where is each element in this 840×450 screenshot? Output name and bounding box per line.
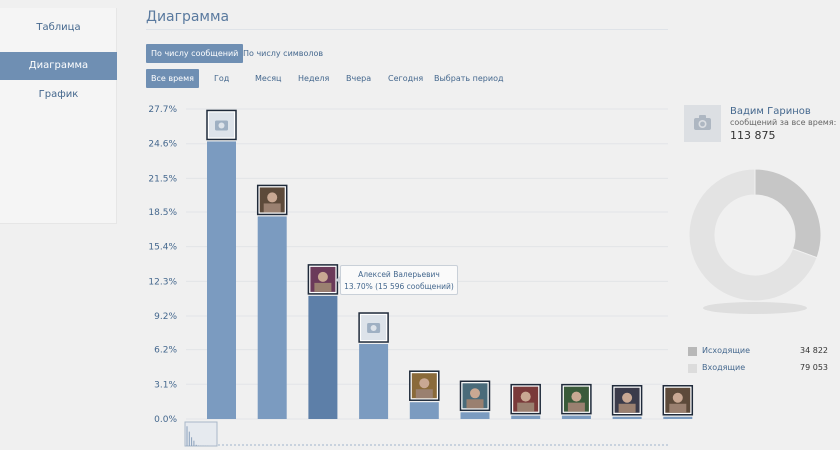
camera-lens (370, 325, 377, 332)
avatar-face (470, 388, 480, 399)
y-tick-label: 0.0% (154, 415, 177, 425)
avatar-body (567, 402, 585, 412)
user-avatar (684, 105, 721, 142)
avatar-body (618, 403, 636, 413)
avatar-face (419, 378, 430, 389)
avatar-body (669, 403, 687, 413)
bar[interactable] (561, 415, 591, 419)
bar-avatar[interactable] (307, 264, 339, 295)
bar[interactable] (257, 216, 287, 419)
bar-avatar[interactable] (459, 380, 491, 412)
bar[interactable] (308, 295, 338, 419)
camera-lens (218, 122, 225, 129)
avatar-face (672, 392, 683, 403)
legend-outgoing: Исходящие 34 822 (688, 346, 828, 358)
avatar-body (314, 282, 332, 292)
legend-swatch-outgoing (688, 347, 697, 356)
messages-bar-chart: 0.0% 3.1% 6.2% 9.2% 12.3% 15.4% 18.5% 21.5% 24.6… (148, 105, 822, 447)
avatar-face (317, 271, 328, 282)
legend-swatch-incoming (688, 364, 697, 373)
avatar-body (517, 402, 535, 412)
legend-value-outgoing: 34 822 (800, 346, 828, 355)
bar[interactable] (511, 415, 541, 419)
avatar-face (520, 391, 531, 402)
bar-avatar[interactable] (510, 383, 541, 415)
camera-icon (694, 115, 711, 130)
bar-avatar[interactable] (206, 109, 237, 141)
bar-avatar[interactable] (358, 312, 389, 343)
avatar-face (267, 192, 278, 203)
y-tick-label: 15.4% (148, 243, 177, 253)
bar-avatar[interactable] (611, 385, 643, 416)
bar-avatar[interactable] (256, 184, 288, 216)
y-tick-label: 3.1% (154, 380, 177, 390)
legend-label-incoming: Входящие (702, 363, 746, 372)
legend-label-outgoing: Исходящие (702, 346, 751, 355)
donut-slice[interactable] (754, 168, 822, 259)
donut-shadow (703, 302, 807, 314)
avatar-body (263, 203, 281, 213)
bar[interactable] (612, 416, 642, 419)
user-total-count: 113 875 (730, 129, 776, 142)
avatar-face (571, 391, 582, 402)
bar-avatar[interactable] (409, 370, 440, 401)
y-tick-label: 18.5% (148, 208, 177, 218)
y-tick-label: 21.5% (148, 174, 177, 184)
avatar-body (415, 389, 433, 399)
legend-incoming: Входящие 79 053 (688, 363, 828, 375)
tooltip-value: 13.70% (15 596 сообщений) (344, 282, 454, 291)
y-tick-label: 27.7% (148, 105, 177, 115)
bar-avatar[interactable] (561, 383, 592, 415)
bar[interactable] (663, 416, 693, 419)
legend-value-incoming: 79 053 (800, 363, 828, 372)
tooltip-name: Алексей Валерьевич (358, 270, 440, 279)
bar-tooltip: Алексей Валерьевич 13.70% (15 596 сообще… (336, 265, 458, 295)
y-tick-label: 9.2% (154, 312, 177, 322)
y-tick-label: 6.2% (154, 346, 177, 356)
user-name[interactable]: Вадим Гаринов (730, 106, 811, 117)
bar[interactable] (207, 141, 236, 419)
y-tick-label: 24.6% (148, 140, 177, 150)
avatar-body (466, 399, 484, 409)
y-tick-label: 12.3% (148, 277, 177, 287)
bar[interactable] (409, 402, 439, 419)
user-subtitle: сообщений за все время: (730, 118, 837, 127)
bar[interactable] (460, 412, 490, 419)
bar[interactable] (359, 344, 389, 419)
avatar-face (622, 392, 633, 403)
bar-avatar[interactable] (662, 385, 694, 416)
